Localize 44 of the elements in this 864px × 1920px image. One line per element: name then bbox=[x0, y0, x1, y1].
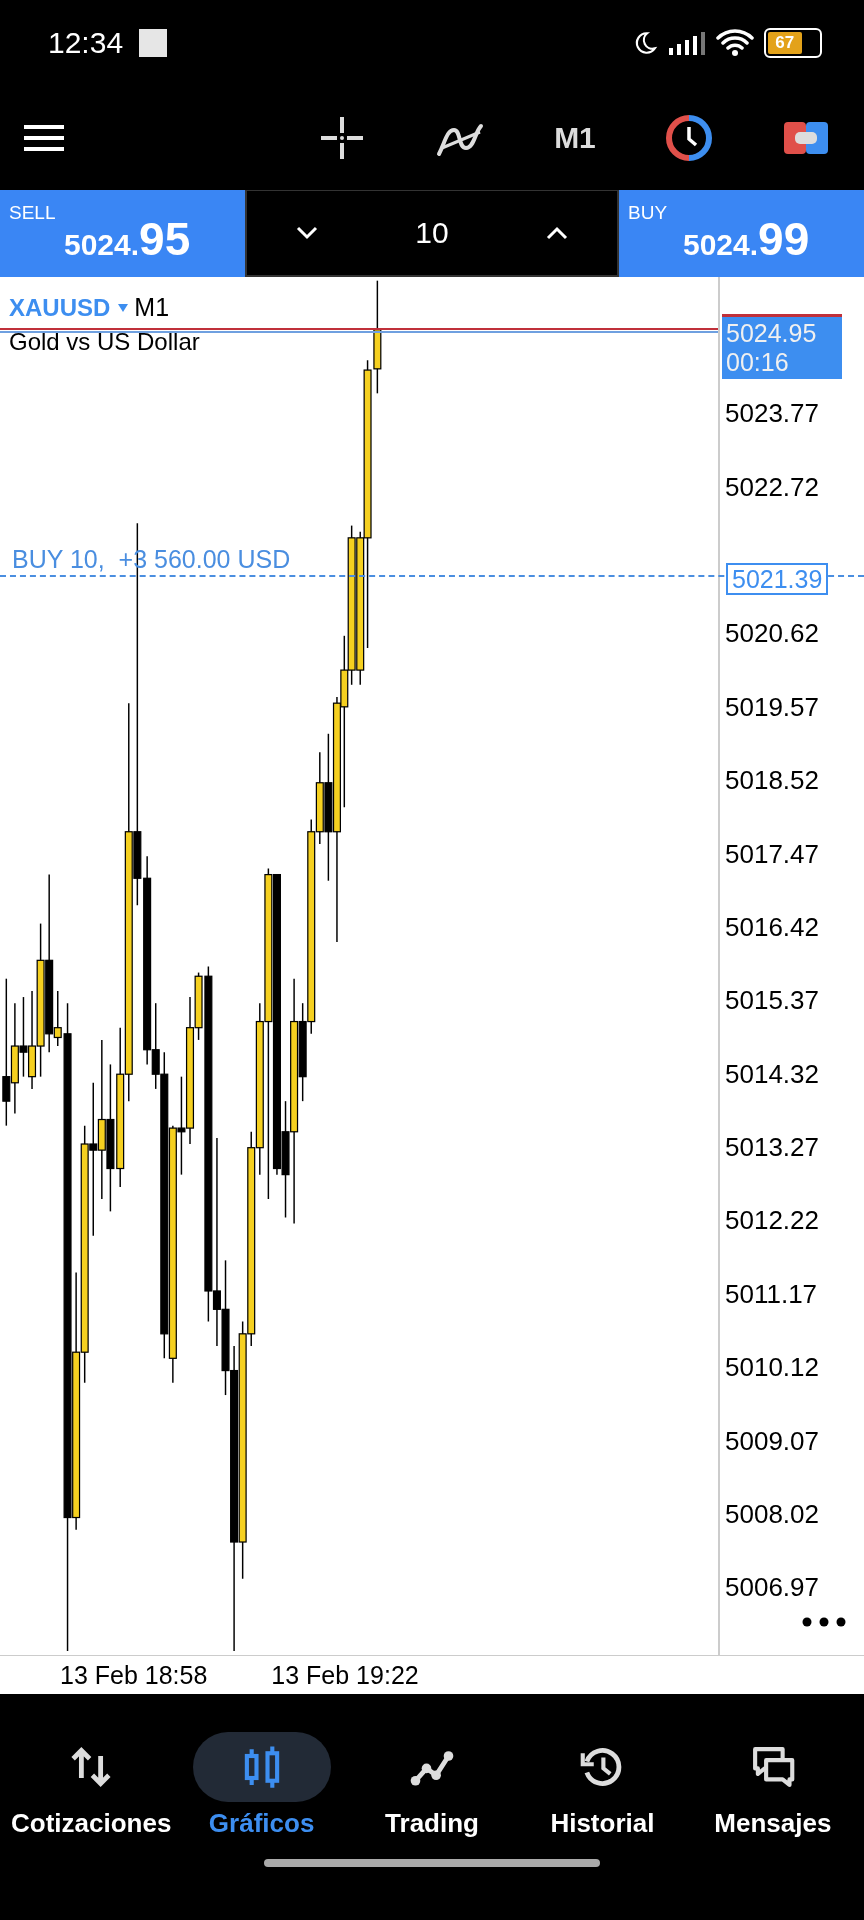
nav-tab[interactable]: Mensajes bbox=[714, 1808, 832, 1839]
menu-icon[interactable] bbox=[24, 123, 64, 152]
price-label: 5020.62 bbox=[725, 618, 819, 650]
position-price-marker: 5021.39 bbox=[726, 563, 829, 595]
nav-tab[interactable]: Trading bbox=[385, 1808, 479, 1839]
price-label: 5018.52 bbox=[725, 765, 819, 797]
price-label: 5006.97 bbox=[725, 1572, 819, 1604]
price-label: 5023.77 bbox=[725, 398, 819, 430]
notification-icon bbox=[139, 28, 168, 57]
chevron-down-icon[interactable] bbox=[295, 225, 320, 241]
nav-tab[interactable]: Cotizaciones bbox=[11, 1808, 172, 1839]
sell-button[interactable]: SELL 5024.95 bbox=[0, 190, 245, 277]
clock-icon[interactable] bbox=[666, 114, 713, 161]
crosshair-icon[interactable] bbox=[319, 114, 366, 161]
time-label: 13 Feb 18:58 bbox=[60, 1660, 208, 1690]
price-label: 5008.02 bbox=[725, 1499, 819, 1531]
time-label: 13 Feb 19:22 bbox=[271, 1660, 419, 1690]
more-icon[interactable] bbox=[802, 1617, 846, 1627]
chat-bubbles-icon[interactable] bbox=[750, 1745, 795, 1789]
price-label: 5014.32 bbox=[725, 1058, 819, 1090]
dropdown-icon[interactable] bbox=[118, 303, 129, 312]
price-label: 5010.12 bbox=[725, 1352, 819, 1384]
price-label: 5016.42 bbox=[725, 911, 819, 943]
buy-button[interactable]: BUY 5024.99 bbox=[619, 190, 864, 277]
current-price-marker: 5024.95 00:16 bbox=[722, 314, 842, 379]
nav-tab[interactable]: Historial bbox=[550, 1808, 655, 1839]
price-label: 5012.22 bbox=[725, 1205, 819, 1237]
signal-icon bbox=[668, 29, 706, 56]
volume-value[interactable]: 10 bbox=[415, 216, 449, 250]
battery-level: 67 bbox=[768, 31, 802, 54]
price-label: 5017.47 bbox=[725, 838, 819, 870]
price-label: 5009.07 bbox=[725, 1425, 819, 1457]
clock-time: 12:34 bbox=[48, 25, 124, 60]
price-label: 5011.17 bbox=[725, 1278, 818, 1310]
nav-tab[interactable]: Gráficos bbox=[208, 1808, 315, 1839]
price-label: 5013.27 bbox=[725, 1132, 819, 1164]
wifi-icon bbox=[716, 28, 754, 57]
price-label: 5019.57 bbox=[725, 691, 819, 723]
price-label: 5015.37 bbox=[725, 985, 819, 1017]
price-label: 5022.72 bbox=[725, 471, 819, 503]
symbol-description: Gold vs US Dollar bbox=[9, 328, 200, 356]
chevron-up-icon[interactable] bbox=[544, 225, 569, 241]
chart-timeframe: M1 bbox=[134, 293, 170, 322]
timeframe-button[interactable]: M1 bbox=[554, 120, 596, 155]
